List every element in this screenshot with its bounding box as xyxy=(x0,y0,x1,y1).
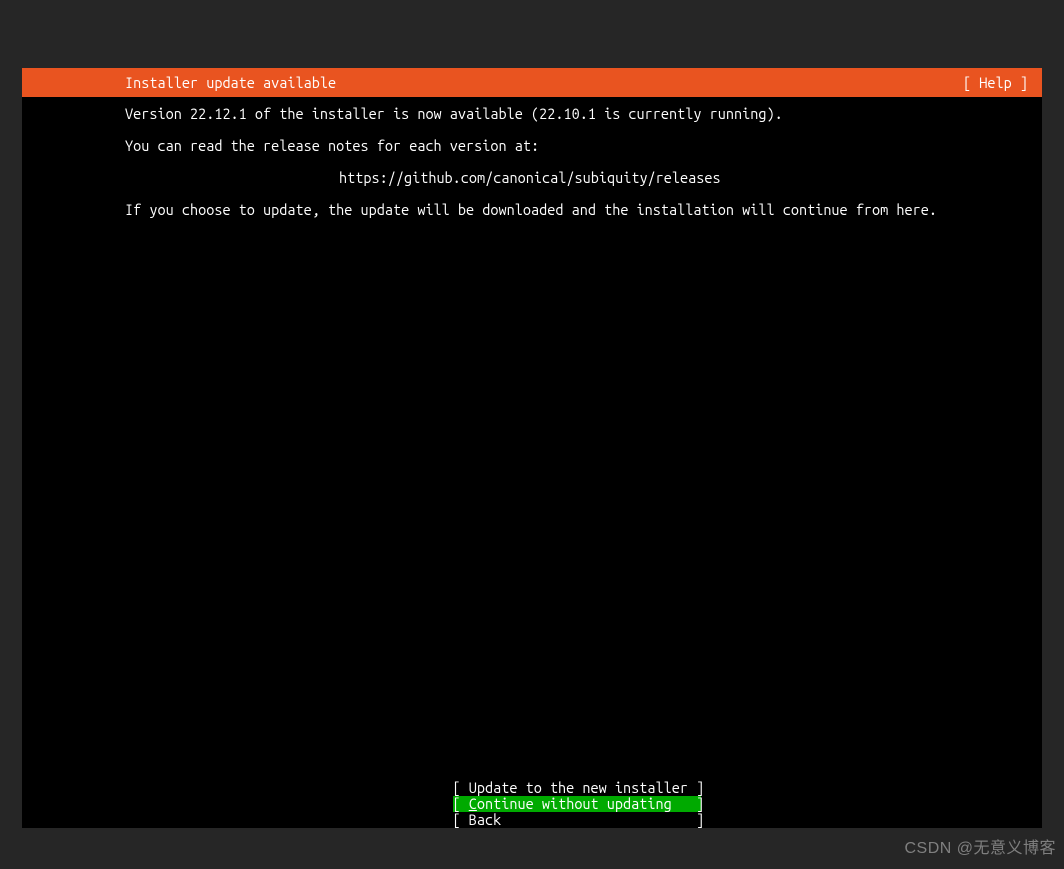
header-bar: Installer update available [ Help ] xyxy=(22,68,1042,97)
content-area: Version 22.12.1 of the installer is now … xyxy=(22,97,1042,828)
installer-window: Installer update available [ Help ] Vers… xyxy=(22,68,1042,828)
release-notes-url: https://github.com/canonical/subiquity/r… xyxy=(125,170,1028,186)
help-button[interactable]: [ Help ] xyxy=(963,75,1028,91)
watermark-text: CSDN @无意义博客 xyxy=(904,841,1056,857)
continue-without-updating-button[interactable]: [ Continue without updating ] xyxy=(453,796,701,812)
continue-prefix: [ xyxy=(453,795,469,812)
header-title: Installer update available xyxy=(125,75,963,91)
update-explanation: If you choose to update, the update will… xyxy=(125,202,1028,218)
continue-rest: ontinue without updating ] xyxy=(477,795,704,812)
continue-underline-char: C xyxy=(469,795,477,812)
update-installer-button[interactable]: [ Update to the new installer ] xyxy=(453,780,701,796)
back-button[interactable]: [ Back ] xyxy=(453,812,701,828)
version-info-line: Version 22.12.1 of the installer is now … xyxy=(125,106,1028,122)
button-area: [ Update to the new installer ] [ Contin… xyxy=(125,780,1028,828)
release-notes-intro: You can read the release notes for each … xyxy=(125,138,1028,154)
content-spacer xyxy=(125,234,1028,780)
